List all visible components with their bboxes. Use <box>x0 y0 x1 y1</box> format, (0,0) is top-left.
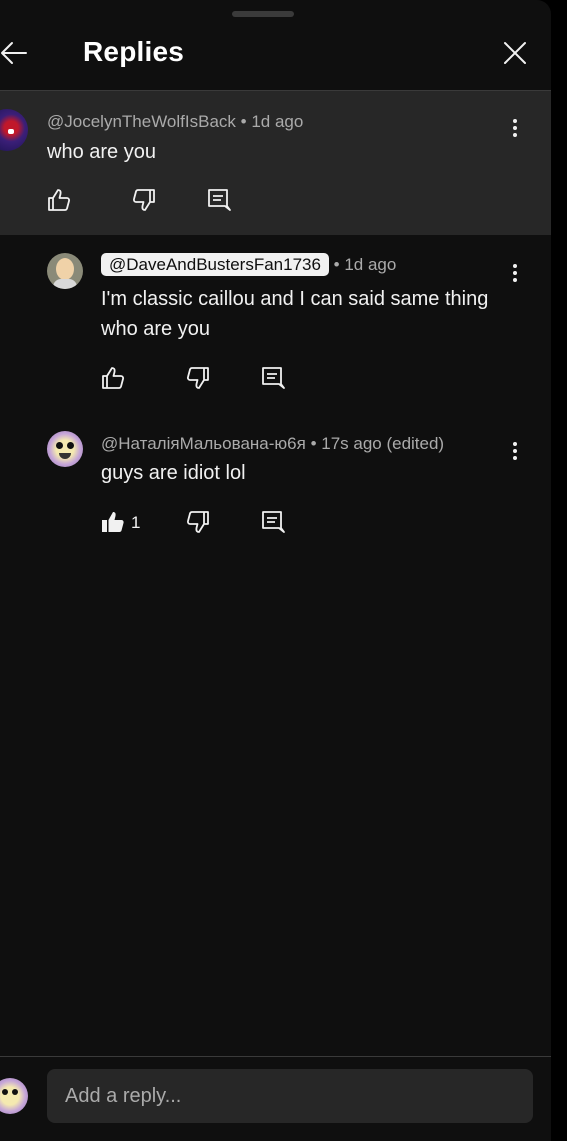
like-icon-filled[interactable] <box>100 509 126 535</box>
reply-icon[interactable] <box>206 187 232 213</box>
avatar[interactable] <box>47 253 83 289</box>
like-icon[interactable] <box>100 365 126 391</box>
comment-text-line: who are you <box>101 318 210 340</box>
comment-meta: @DaveAndBustersFan1736 • 1d ago <box>101 253 397 276</box>
comment-text: who are you <box>47 141 156 163</box>
reply-icon[interactable] <box>260 365 286 391</box>
timestamp: • 1d ago <box>333 255 397 274</box>
avatar[interactable] <box>0 109 28 151</box>
reply-composer <box>0 1056 551 1141</box>
like-count: 1 <box>131 513 141 532</box>
user-avatar[interactable] <box>0 1078 28 1114</box>
parent-comment: @JocelynTheWolfIsBack • 1d ago who are y… <box>0 91 551 235</box>
dislike-icon[interactable] <box>185 365 211 391</box>
comment-meta: @НаталіяМальована-ю6я • 17s ago (edited) <box>101 434 444 454</box>
more-options-icon[interactable] <box>512 119 518 139</box>
back-arrow-icon[interactable] <box>0 40 28 66</box>
comment-text: I'm classic caillou and I can said same … <box>101 284 488 344</box>
author-handle[interactable]: @JocelynTheWolfIsBack <box>47 112 236 131</box>
comment-text: guys are idiot lol <box>101 462 246 484</box>
reply-input[interactable] <box>47 1069 533 1123</box>
dislike-icon[interactable] <box>131 187 157 213</box>
author-handle[interactable]: @НаталіяМальована-ю6я <box>101 434 306 453</box>
author-handle-chip[interactable]: @DaveAndBustersFan1736 <box>101 253 329 276</box>
like-icon[interactable] <box>46 187 72 213</box>
avatar[interactable] <box>47 431 83 467</box>
close-icon[interactable] <box>503 41 527 65</box>
reply-icon[interactable] <box>260 509 286 535</box>
comment-meta: @JocelynTheWolfIsBack • 1d ago <box>47 112 303 132</box>
timestamp: • 1d ago <box>240 112 304 131</box>
more-options-icon[interactable] <box>512 442 518 462</box>
header: Replies <box>0 0 551 91</box>
page-title: Replies <box>83 36 184 67</box>
more-options-icon[interactable] <box>512 264 518 284</box>
timestamp: • 17s ago (edited) <box>310 434 445 453</box>
replies-sheet: Replies @JocelynTheWolfIsBack • 1d ago w… <box>0 0 551 1141</box>
dislike-icon[interactable] <box>185 509 211 535</box>
comment-text-line: I'm classic caillou and I can said same … <box>101 288 489 310</box>
